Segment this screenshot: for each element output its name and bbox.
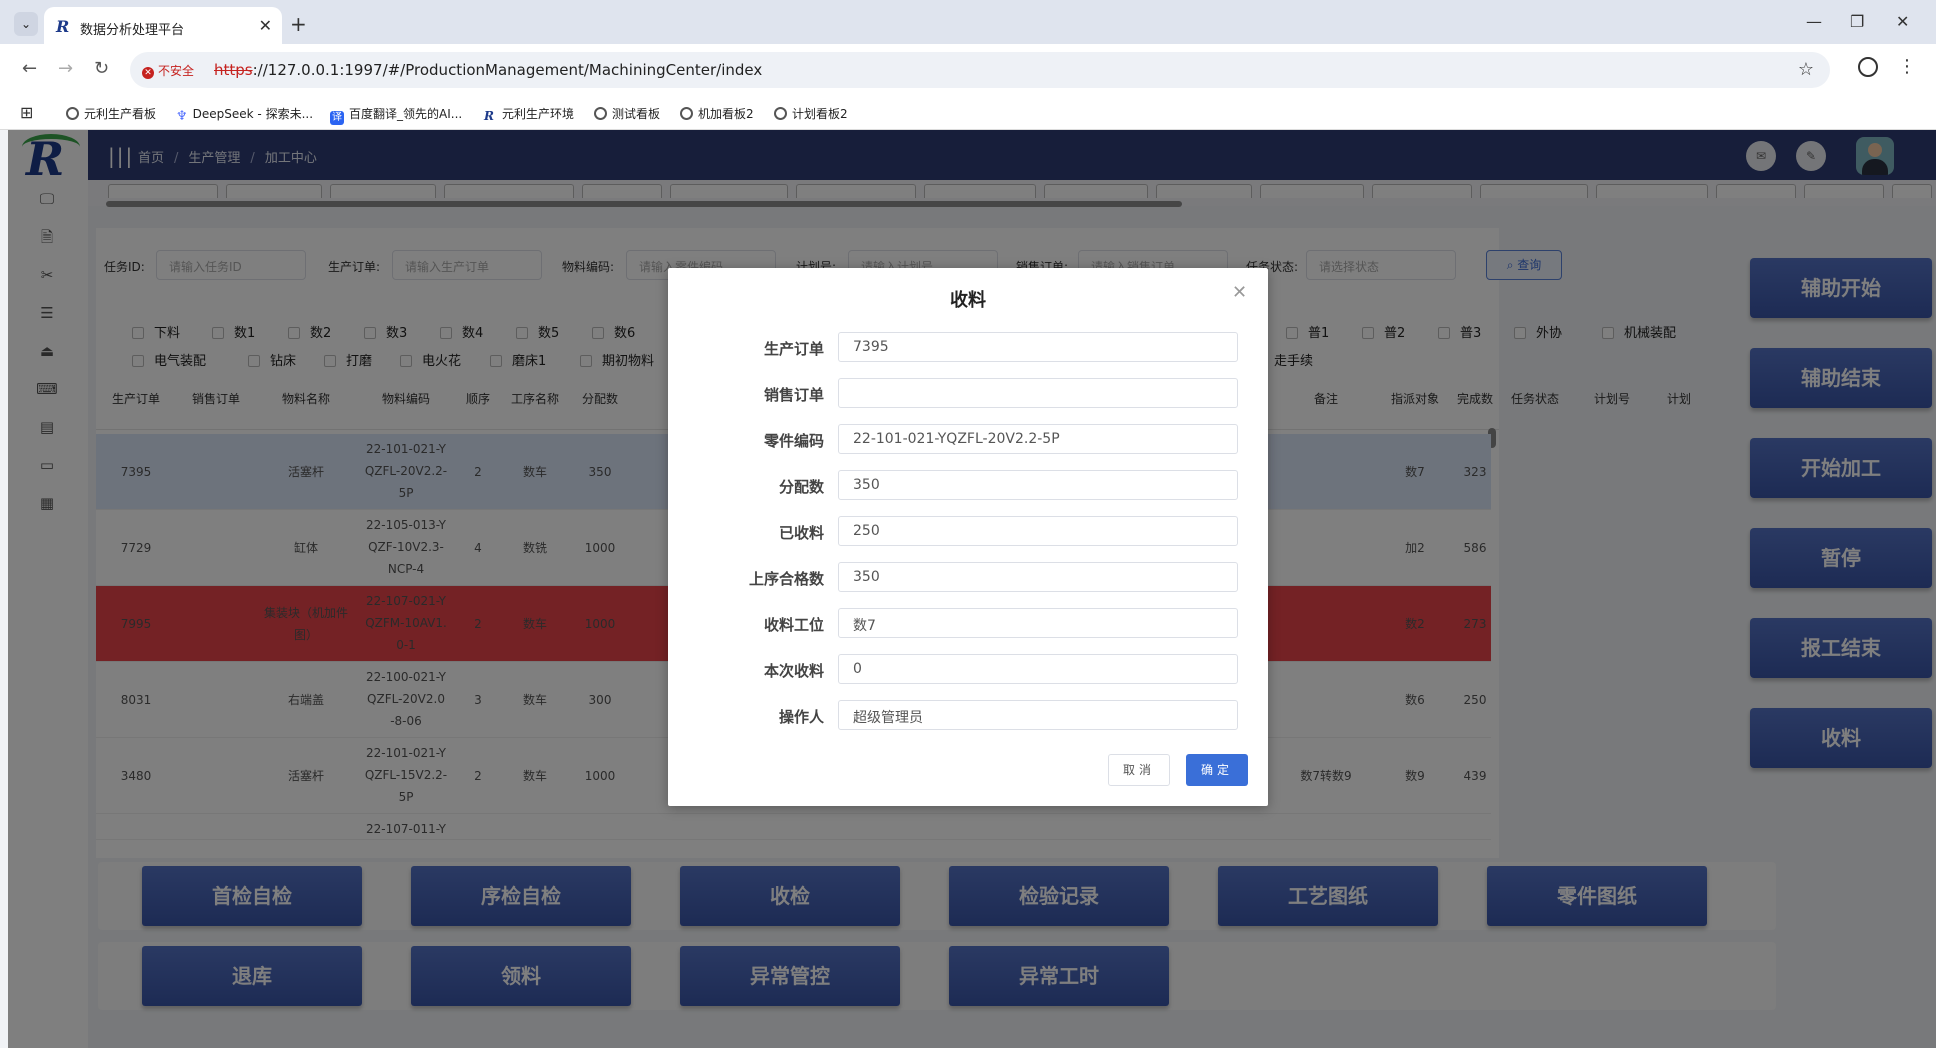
url-bar[interactable]: ✕ 不安全 https://127.0.0.1:1997/#/Production… [130, 52, 1830, 88]
bookmark-4[interactable]: R 元利生产环境 [484, 105, 575, 123]
r-logo-icon: R [484, 109, 494, 123]
form-label: 上序合格数 [748, 570, 824, 588]
bookmark-label: 机加看板2 [698, 107, 754, 121]
bookmarks-bar: ⊞ 元利生产看板 ♆ DeepSeek - 探索未... 译百度翻译_领先的AI.… [0, 96, 1936, 130]
bookmark-2[interactable]: ♆ DeepSeek - 探索未... [176, 105, 313, 124]
new-tab-button[interactable]: + [290, 12, 307, 36]
globe-icon [594, 107, 607, 120]
bookmark-label: 元利生产环境 [502, 107, 575, 121]
confirm-button[interactable]: 确定 [1186, 754, 1248, 786]
bookmark-5[interactable]: 测试看板 [594, 105, 660, 122]
form-input[interactable]: 350 [838, 562, 1238, 592]
form-input[interactable]: 7395 [838, 332, 1238, 362]
url-text[interactable]: https://127.0.0.1:1997/#/ProductionManag… [214, 61, 762, 79]
form-label: 本次收料 [763, 662, 824, 680]
window-close-icon[interactable]: ✕ [1896, 12, 1909, 31]
dialog-title: 收料 [950, 290, 986, 311]
form-input[interactable] [838, 378, 1238, 408]
receive-material-dialog: 收料 ✕ 生产订单 7395 销售订单零件编码 22-101-021-YQZFL-20… [668, 268, 1268, 806]
globe-icon [680, 107, 693, 120]
tab-title: 数据分析处理平台 [80, 23, 185, 38]
globe-icon [66, 107, 79, 120]
insecure-badge[interactable]: ✕ 不安全 [142, 62, 194, 79]
bookmark-1[interactable]: 元利生产看板 [66, 105, 156, 122]
back-icon[interactable]: ← [22, 58, 37, 79]
profile-icon[interactable] [1858, 57, 1878, 77]
bookmark-label: 元利生产看板 [84, 107, 157, 121]
form-input[interactable]: 0 [838, 654, 1238, 684]
bookmark-7[interactable]: 计划看板2 [774, 105, 848, 122]
url-scheme: https [214, 61, 253, 79]
bookmark-label: 计划看板2 [792, 107, 848, 121]
form-input[interactable]: 250 [838, 516, 1238, 546]
form-label: 收料工位 [763, 616, 824, 634]
bookmark-6[interactable]: 机加看板2 [680, 105, 754, 122]
reload-icon[interactable]: ↻ [94, 58, 109, 79]
insecure-label: 不安全 [158, 64, 195, 78]
url-path: ://127.0.0.1:1997/#/ProductionManagement… [252, 61, 763, 79]
restore-icon[interactable]: ❐ [1850, 12, 1864, 31]
form-label: 分配数 [778, 478, 824, 496]
dialog-close-icon[interactable]: ✕ [1232, 282, 1247, 303]
form-input[interactable]: 超级管理员 [838, 700, 1238, 730]
forward-icon[interactable]: → [58, 58, 73, 79]
bookmark-3[interactable]: 译百度翻译_领先的AI... [330, 105, 462, 125]
form-input[interactable]: 数7 [838, 608, 1238, 638]
browser-tabbar: ⌄ R 数据分析处理平台 ✕ + — ❐ ✕ [0, 0, 1936, 44]
menu-kebab-icon[interactable]: ⋮ [1898, 56, 1916, 77]
form-label: 已收料 [778, 524, 824, 542]
minimize-icon[interactable]: — [1806, 12, 1822, 31]
deepseek-icon: ♆ [176, 109, 188, 124]
form-input[interactable]: 350 [838, 470, 1238, 500]
form-label: 操作人 [778, 708, 824, 726]
form-label: 生产订单 [763, 340, 824, 358]
tab-close-icon[interactable]: ✕ [259, 16, 272, 35]
bookmark-label: 测试看板 [612, 107, 661, 121]
bookmark-label: 百度翻译_领先的AI... [349, 107, 463, 121]
bookmark-label: DeepSeek - 探索未... [192, 107, 314, 121]
tab-favicon-icon: R [56, 17, 70, 36]
baidu-translate-icon: 译 [330, 111, 344, 125]
cancel-button[interactable]: 取消 [1108, 754, 1170, 786]
bookmark-star-icon[interactable]: ☆ [1798, 59, 1814, 80]
form-label: 销售订单 [763, 386, 824, 404]
tab-search-icon[interactable]: ⌄ [14, 12, 38, 36]
address-toolbar: ← → ↻ ✕ 不安全 https://127.0.0.1:1997/#/Prod… [0, 44, 1936, 96]
browser-tab[interactable]: R 数据分析处理平台 ✕ [44, 7, 282, 44]
warning-icon: ✕ [142, 67, 154, 79]
apps-grid-icon[interactable]: ⊞ [20, 103, 33, 122]
form-input[interactable]: 22-101-021-YQZFL-20V2.2-5P [838, 424, 1238, 454]
form-label: 零件编码 [763, 432, 824, 450]
globe-icon [774, 107, 787, 120]
